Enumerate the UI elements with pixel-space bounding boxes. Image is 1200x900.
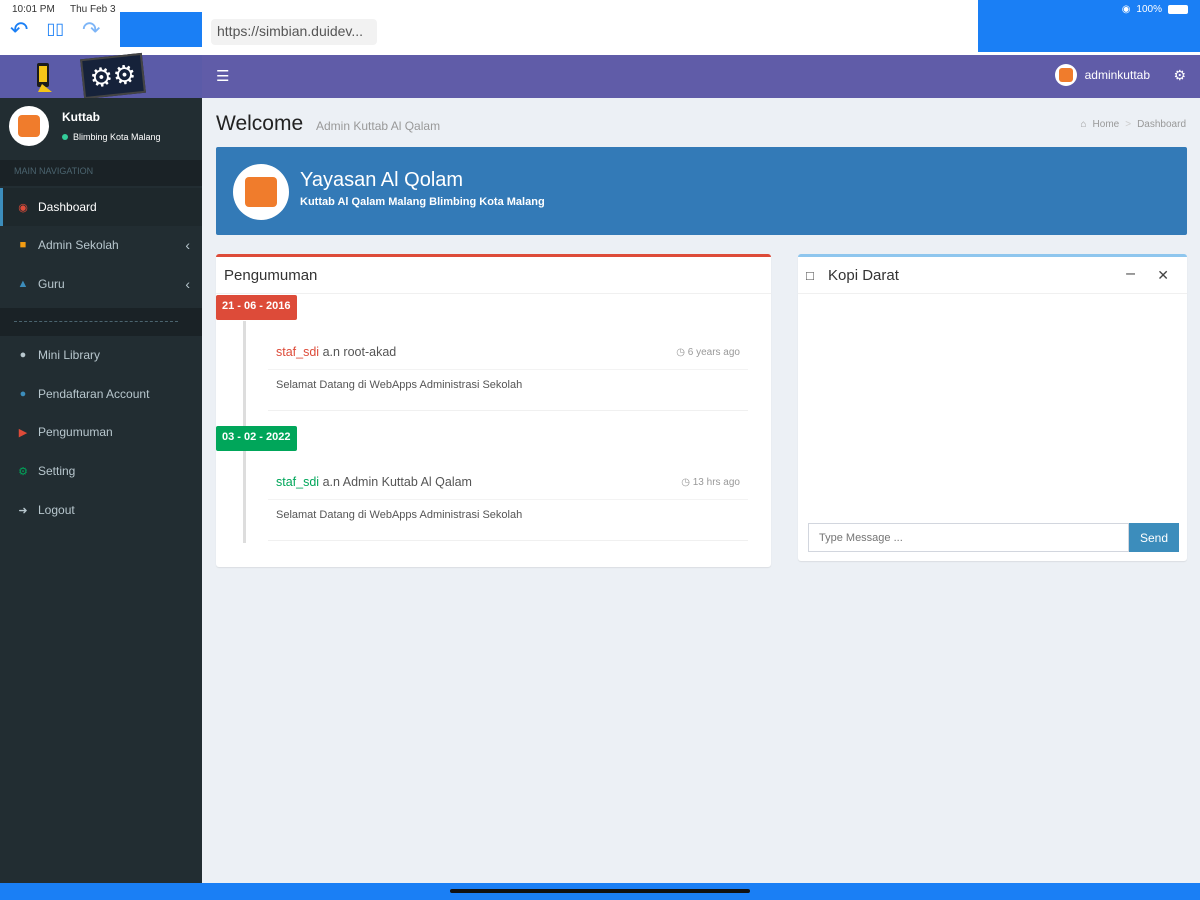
sidebar-item-setting[interactable]: ⚙ Setting	[0, 452, 202, 490]
timeline-time-text: 6 years ago	[687, 347, 740, 358]
briefcase-icon: ■	[19, 239, 27, 251]
sidebar-item-guru[interactable]: ▲ Guru ‹	[0, 265, 202, 303]
forward-icon[interactable]: ↷	[82, 18, 100, 42]
timeline-user[interactable]: staf_sdi	[276, 345, 319, 359]
school-logo	[233, 164, 289, 220]
sidebar-item-label: Logout	[38, 503, 75, 517]
battery-percent: 100%	[1136, 4, 1162, 15]
user-menu[interactable]: adminkuttab	[1054, 64, 1150, 86]
banner-subtitle: Kuttab Al Qalam Malang Blimbing Kota Mal…	[300, 196, 545, 208]
gears-logo-icon: ⚙⚙	[80, 52, 146, 100]
sidebar-item-mini-library[interactable]: ● Mini Library	[0, 336, 202, 374]
comments-icon: □	[806, 268, 814, 283]
page-title: Welcome	[216, 112, 304, 135]
sidebar-item-label: Pengumuman	[38, 425, 113, 439]
browser-nav: ↶ ▯▯ ↷	[10, 18, 100, 42]
bullhorn-icon: ▶	[18, 426, 28, 439]
page-subtitle: Admin Kuttab Al Qalam	[316, 119, 441, 133]
browser-blue-area: ◉ 100%	[978, 0, 1200, 52]
chevron-left-icon: ‹	[185, 237, 190, 253]
dashboard-icon: ◉	[18, 201, 28, 214]
graduation-cap-icon: ▲	[17, 278, 29, 290]
sidebar-item-label: Mini Library	[38, 348, 101, 362]
battery-icon	[1168, 5, 1188, 14]
chevron-left-icon: ‹	[185, 276, 190, 292]
minimize-icon[interactable]: –	[1126, 265, 1135, 283]
status-time: 10:01 PM	[12, 4, 55, 15]
chat-box: □ Kopi Darat – ✕ Send	[798, 254, 1187, 561]
user-plus-icon: ●	[19, 388, 27, 400]
timeline-item: staf_sdi a.n root-akad ◷ 6 years ago Sel…	[268, 335, 748, 411]
user-avatar	[1054, 64, 1077, 86]
banner-title: Yayasan Al Qolam	[300, 169, 464, 191]
chat-title: Kopi Darat	[828, 267, 899, 284]
timeline-item-divider	[268, 499, 748, 500]
menu-toggle-icon[interactable]: ☰	[216, 67, 229, 85]
app-header: ☰ adminkuttab ⚙	[202, 55, 1200, 98]
message-input[interactable]	[808, 523, 1129, 552]
sidebar-avatar	[9, 106, 49, 146]
sidebar-item-logout[interactable]: ➜ Logout	[0, 491, 202, 529]
box-divider	[798, 293, 1187, 294]
home-icon: ⌂	[1080, 119, 1087, 130]
timeline-author: a.n root-akad	[322, 345, 397, 359]
timeline-header: staf_sdi a.n root-akad	[276, 345, 396, 359]
breadcrumb-home[interactable]: Home	[1093, 119, 1120, 130]
clock-icon: ◷	[681, 477, 690, 488]
url-bar[interactable]: https://simbian.duidev...	[211, 19, 377, 45]
sidebar-item-dashboard[interactable]: ◉ Dashboard	[0, 188, 202, 226]
back-icon[interactable]: ↶	[10, 18, 28, 42]
sidebar-user-status: Blimbing Kota Malang	[62, 132, 161, 142]
sidebar-divider	[0, 308, 202, 336]
timeline-item-divider	[268, 369, 748, 370]
close-icon[interactable]: ✕	[1157, 267, 1169, 284]
book-icon[interactable]: ▯▯	[46, 18, 64, 42]
sidebar: Kuttab Blimbing Kota Malang MAIN NAVIGAT…	[0, 98, 202, 883]
status-date: Thu Feb 3	[70, 4, 116, 15]
sidebar-item-pengumuman[interactable]: ▶ Pengumuman	[0, 413, 202, 451]
announcements-title: Pengumuman	[224, 267, 318, 284]
timeline-body: Selamat Datang di WebApps Administrasi S…	[276, 379, 523, 391]
sidebar-user-name: Kuttab	[62, 110, 100, 124]
send-button[interactable]: Send	[1129, 523, 1179, 552]
phone-logo-icon	[37, 63, 52, 92]
breadcrumb: ⌂ Home > Dashboard	[1081, 119, 1187, 130]
school-banner: Yayasan Al Qolam Kuttab Al Qalam Malang …	[216, 147, 1187, 235]
timeline-header: staf_sdi a.n Admin Kuttab Al Qalam	[276, 475, 472, 489]
timeline-date: 21 - 06 - 2016	[216, 295, 297, 320]
timeline-item: staf_sdi a.n Admin Kuttab Al Qalam ◷ 13 …	[268, 465, 748, 541]
box-divider	[216, 293, 771, 294]
sidebar-item-label: Setting	[38, 464, 76, 478]
browser-blue-block	[120, 12, 202, 47]
breadcrumb-current: Dashboard	[1137, 119, 1186, 130]
users-icon: ●	[19, 349, 27, 361]
announcements-box: Pengumuman 21 - 06 - 2016 staf_sdi a.n r…	[216, 254, 771, 567]
timeline-time: ◷ 13 hrs ago	[681, 477, 740, 488]
logout-icon: ➜	[18, 504, 28, 517]
timeline-time: ◷ 6 years ago	[676, 347, 740, 358]
sidebar-item-label: Dashboard	[38, 200, 97, 214]
online-dot-icon	[62, 134, 68, 140]
user-panel: Kuttab Blimbing Kota Malang	[0, 98, 202, 154]
sidebar-item-label: Admin Sekolah	[38, 238, 119, 252]
sidebar-item-admin-sekolah[interactable]: ■ Admin Sekolah ‹	[0, 226, 202, 264]
timeline-author: a.n Admin Kuttab Al Qalam	[322, 475, 472, 489]
nav-header: MAIN NAVIGATION	[0, 160, 202, 186]
main-content: Welcome Admin Kuttab Al Qalam ⌂ Home > D…	[202, 98, 1200, 883]
cogs-icon: ⚙	[18, 465, 28, 478]
breadcrumb-separator: >	[1125, 119, 1132, 130]
timeline-time-text: 13 hrs ago	[692, 477, 740, 488]
timeline-user[interactable]: staf_sdi	[276, 475, 319, 489]
timeline-date: 03 - 02 - 2022	[216, 426, 297, 451]
wifi-icon: ◉	[1121, 4, 1131, 15]
username: adminkuttab	[1084, 68, 1150, 82]
sidebar-item-label: Pendaftaran Account	[38, 387, 150, 401]
sidebar-user-location: Blimbing Kota Malang	[73, 132, 161, 142]
clock-icon: ◷	[676, 347, 685, 358]
sidebar-item-label: Guru	[38, 277, 65, 291]
timeline-body: Selamat Datang di WebApps Administrasi S…	[276, 509, 523, 521]
sidebar-item-pendaftaran-account[interactable]: ● Pendaftaran Account	[0, 375, 202, 413]
settings-cogs-icon[interactable]: ⚙	[1173, 67, 1186, 84]
home-indicator[interactable]	[450, 889, 750, 893]
